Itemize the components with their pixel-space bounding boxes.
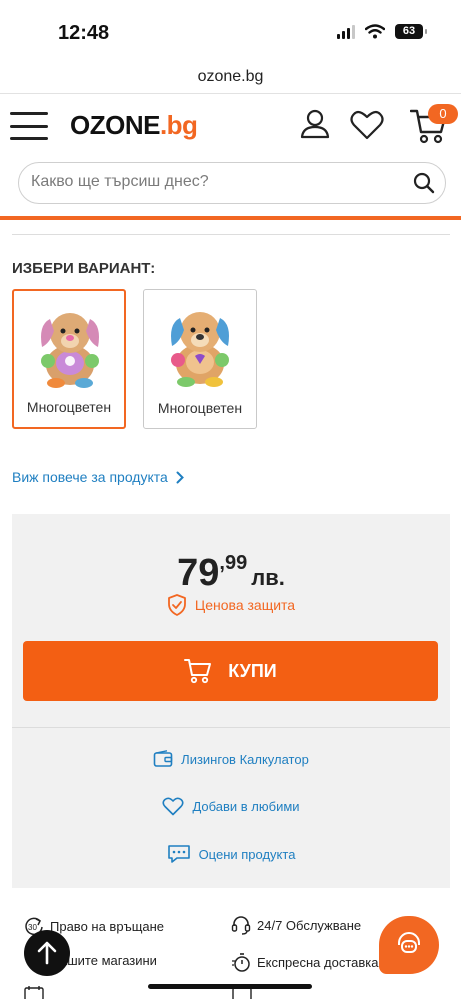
variant-label: Многоцветен — [157, 400, 243, 416]
feature-delivery: Експресна доставка — [231, 951, 379, 973]
search-input[interactable] — [31, 173, 401, 191]
wifi-icon — [365, 24, 385, 39]
feature-label: Право на връщане — [50, 918, 165, 934]
chat-headset-icon — [398, 932, 420, 953]
shield-check-icon — [167, 594, 186, 616]
battery-icon: 63 — [395, 24, 427, 39]
chevron-right-icon — [176, 471, 184, 483]
price-decimal: ,99 — [219, 552, 248, 574]
feature-support: 24/7 Обслужване — [231, 915, 361, 935]
feature-label: 24/7 Обслужване — [257, 917, 362, 933]
feature-stores: ашите магазини — [60, 953, 157, 968]
headset-icon — [231, 916, 251, 935]
calendar-icon — [24, 986, 44, 999]
price-currency: лв. — [251, 565, 285, 590]
leasing-calculator-link[interactable]: Лизингов Калкулатор — [12, 750, 450, 768]
menu-icon[interactable] — [10, 112, 48, 140]
chat-support-button[interactable] — [379, 916, 439, 974]
variant-option-pink[interactable]: Многоцветен — [12, 289, 126, 429]
logo-main: OZONE — [70, 110, 160, 140]
plush-puppy-pink-image — [41, 313, 99, 388]
buy-button-label: КУПИ — [228, 660, 277, 681]
cart-count-badge: 0 — [428, 104, 458, 124]
ozone-logo[interactable]: OZONE.bg — [70, 110, 198, 141]
add-to-favorites-link[interactable]: Добави в любими — [12, 797, 450, 816]
divider — [12, 234, 450, 235]
search-icon[interactable] — [413, 172, 435, 194]
heart-icon — [162, 797, 184, 816]
add-to-favorites-label: Добави в любими — [192, 799, 300, 814]
home-indicator — [148, 984, 312, 989]
variant-option-blue[interactable]: Многоцветен — [143, 289, 257, 429]
price-protection[interactable]: Ценова защита — [12, 594, 450, 616]
rate-product-link[interactable]: Оцени продукта — [12, 844, 450, 864]
status-bar: 12:48 63 — [0, 0, 461, 62]
variant-label: Многоцветен — [26, 399, 112, 415]
price: 79,99лв. — [12, 552, 450, 595]
rate-product-label: Оцени продукта — [198, 846, 296, 862]
user-icon[interactable] — [299, 108, 331, 140]
site-header: OZONE.bg — [0, 94, 461, 158]
svg-text:30: 30 — [28, 923, 37, 932]
stopwatch-icon — [232, 953, 250, 972]
plush-puppy-blue-image — [171, 312, 229, 387]
arrow-up-icon — [37, 941, 57, 965]
feature-label: Експресна доставка — [257, 954, 379, 970]
cellular-signal-icon — [337, 24, 355, 39]
chat-rating-icon — [167, 845, 190, 863]
url-bar[interactable]: ozone.bg — [0, 62, 461, 92]
price-integer: 79 — [177, 552, 220, 594]
feature-label: ашите магазини — [60, 953, 157, 968]
search-bar — [18, 162, 446, 204]
heart-icon[interactable] — [350, 110, 384, 140]
price-protection-label: Ценова защита — [194, 597, 296, 613]
logo-suffix: .bg — [159, 110, 198, 140]
price-panel: 79,99лв. Ценова защита КУПИ Лизингов Кал… — [12, 514, 450, 888]
leasing-calculator-label: Лизингов Калкулатор — [181, 751, 309, 767]
view-more-product-link[interactable]: Виж повече за продукта — [12, 469, 184, 485]
variant-heading: ИЗБЕРИ ВАРИАНТ: — [12, 260, 156, 277]
status-icons: 63 — [337, 24, 427, 39]
view-more-label: Виж повече за продукта — [12, 469, 168, 485]
divider — [12, 727, 450, 728]
scroll-to-top-button[interactable] — [24, 930, 70, 976]
buy-button[interactable]: КУПИ — [23, 641, 438, 701]
cart-icon — [184, 659, 212, 684]
status-time: 12:48 — [58, 22, 110, 44]
wallet-icon — [153, 750, 173, 767]
header-accent-line — [0, 216, 461, 220]
